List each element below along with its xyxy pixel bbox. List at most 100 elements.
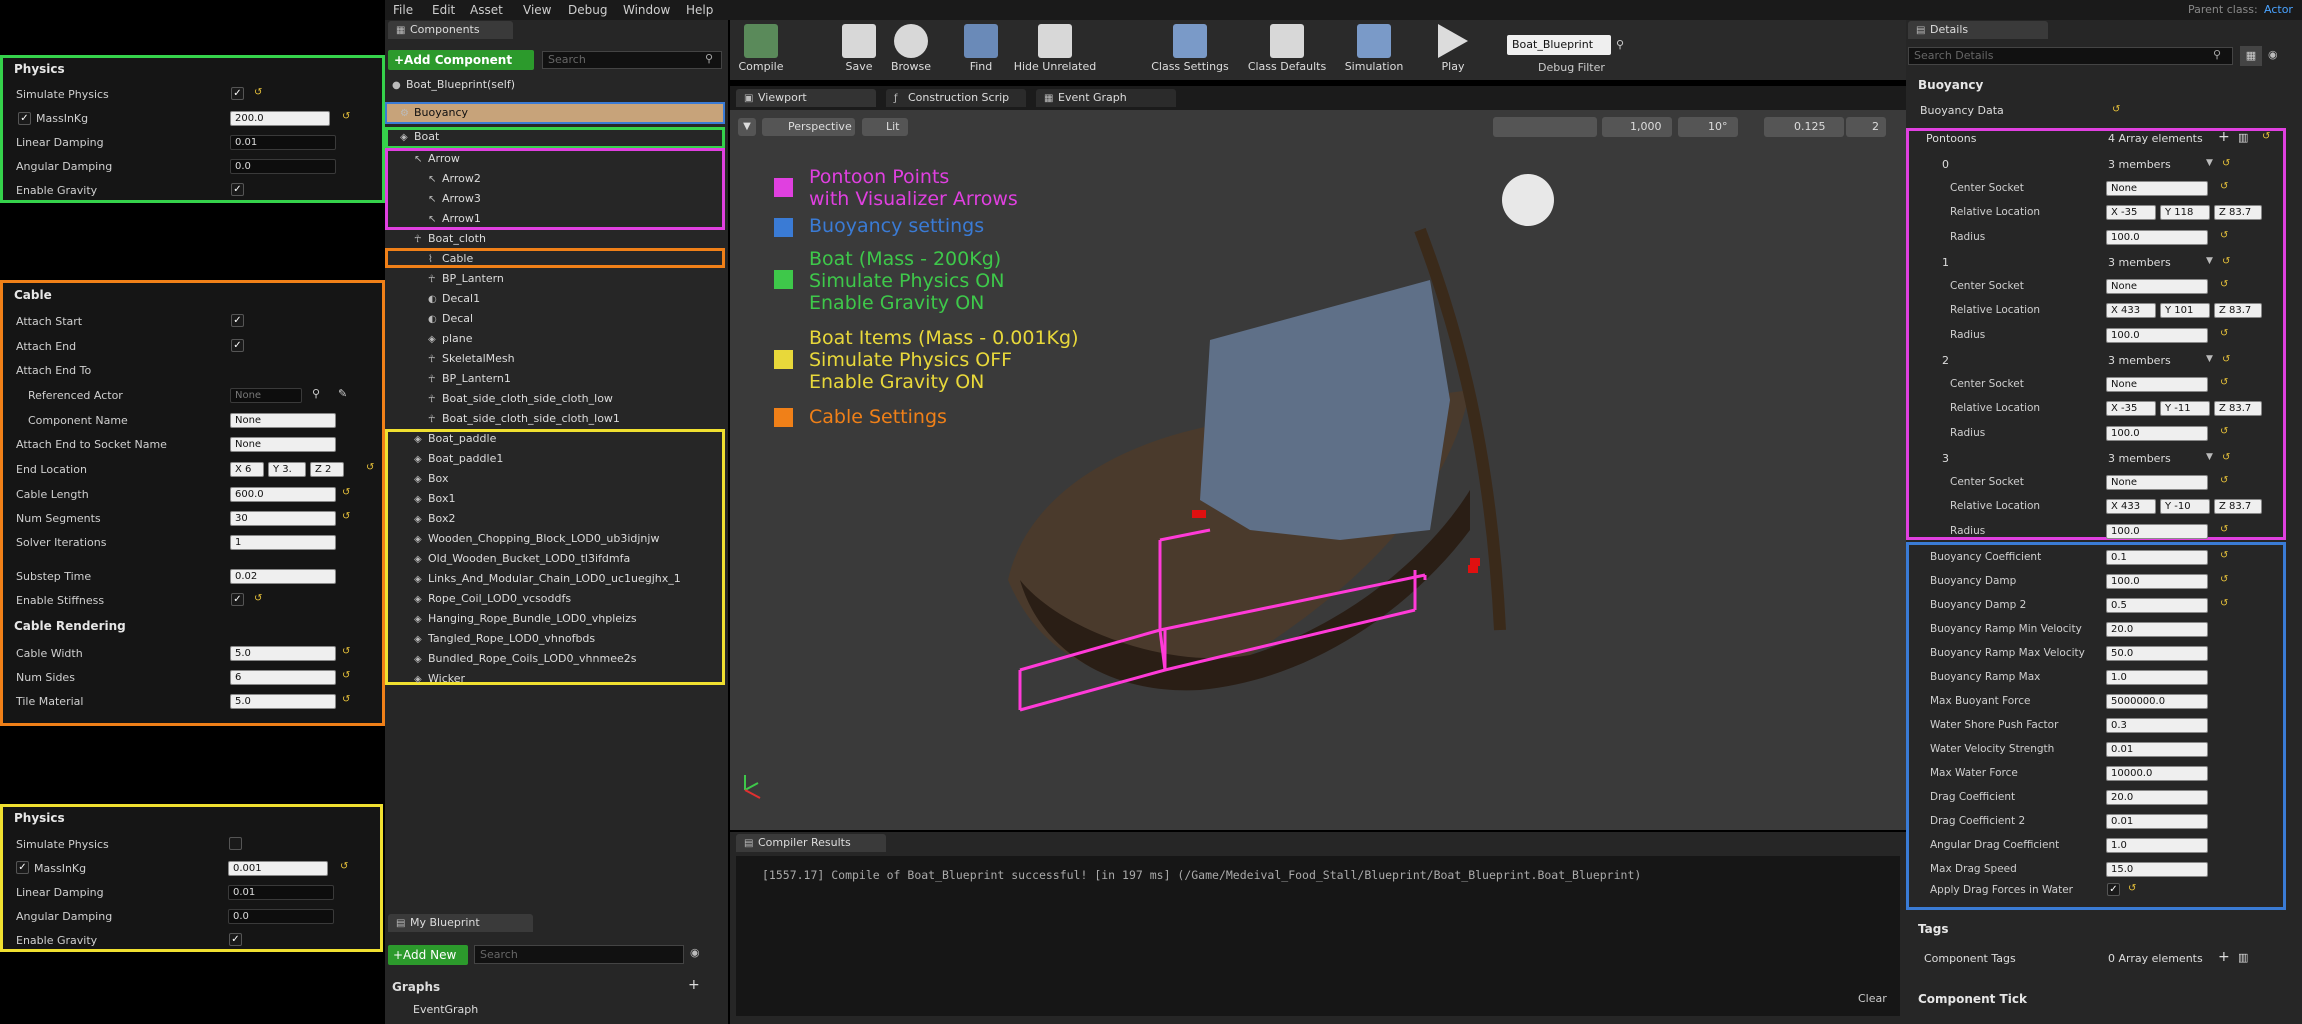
- mass-checkbox[interactable]: ✓: [18, 112, 31, 125]
- menu-file[interactable]: File: [393, 3, 413, 17]
- angular-damping-field[interactable]: 0.0: [230, 159, 336, 174]
- event-graph-item[interactable]: EventGraph: [413, 1003, 478, 1016]
- setting-field[interactable]: 0.1: [2106, 550, 2208, 565]
- view-options-icon[interactable]: ▦: [2240, 46, 2262, 66]
- pontoon-index[interactable]: 1: [1942, 256, 1949, 269]
- debug-object-select[interactable]: Boat_Blueprint: [1507, 35, 1611, 55]
- end-location-y[interactable]: Y 3.: [268, 462, 306, 477]
- tree-item-box2[interactable]: ◈ Box2: [414, 512, 455, 525]
- menu-debug[interactable]: Debug: [568, 3, 607, 17]
- location-z-field[interactable]: Z 83.7: [2214, 401, 2262, 416]
- pontoon-index[interactable]: 2: [1942, 354, 1949, 367]
- search-icon[interactable]: ⚲: [1616, 38, 1624, 51]
- apply-drag-checkbox[interactable]: ✓: [2107, 883, 2120, 896]
- tree-item-boat-paddle1[interactable]: ◈ Boat_paddle1: [414, 452, 503, 465]
- num-sides-field[interactable]: 6: [230, 670, 336, 685]
- component-tick-header[interactable]: Component Tick: [1918, 992, 2027, 1006]
- find-button[interactable]: Find: [956, 24, 1006, 73]
- reset-icon[interactable]: ↺: [2220, 328, 2228, 339]
- location-z-field[interactable]: Z 83.7: [2214, 205, 2262, 220]
- end-location-z[interactable]: Z 2: [310, 462, 344, 477]
- setting-field[interactable]: 5000000.0: [2106, 694, 2208, 709]
- solver-iterations-field[interactable]: 1: [230, 535, 336, 550]
- tree-item-wicker[interactable]: ◈ Wicker: [414, 672, 465, 685]
- picker-icon[interactable]: ✎: [338, 387, 347, 400]
- menu-window[interactable]: Window: [623, 3, 670, 17]
- attach-start-checkbox[interactable]: ✓: [231, 314, 244, 327]
- tab-details[interactable]: ▤ Details: [1908, 21, 2048, 39]
- mass-field[interactable]: 200.0: [230, 111, 330, 126]
- attach-socket-field[interactable]: None: [230, 437, 336, 452]
- simulate-physics-checkbox[interactable]: ✓: [231, 87, 244, 100]
- reset-icon[interactable]: ↺: [342, 511, 350, 522]
- tree-item-bundled-rope-coils-lod0-vhnmee2s[interactable]: ◈ Bundled_Rope_Coils_LOD0_vhnmee2s: [414, 652, 636, 665]
- radius-field[interactable]: 100.0: [2106, 524, 2208, 539]
- reset-icon[interactable]: ↺: [2220, 426, 2228, 437]
- reset-icon[interactable]: ↺: [2220, 524, 2228, 535]
- tree-item-arrow2[interactable]: ↖ Arrow2: [428, 172, 481, 185]
- add-element-icon[interactable]: +: [2218, 129, 2230, 145]
- location-y-field[interactable]: Y -10: [2160, 499, 2210, 514]
- reset-icon[interactable]: ↺: [2220, 230, 2228, 241]
- eye-icon[interactable]: ◉: [2268, 48, 2278, 61]
- location-z-field[interactable]: Z 83.7: [2214, 303, 2262, 318]
- radius-field[interactable]: 100.0: [2106, 426, 2208, 441]
- reset-icon[interactable]: ↺: [2222, 158, 2230, 169]
- linear-damping-field[interactable]: 0.01: [228, 885, 334, 900]
- pontoon-index[interactable]: 0: [1942, 158, 1949, 171]
- play-button[interactable]: Play: [1428, 24, 1478, 73]
- search-icon[interactable]: ⚲: [312, 387, 320, 400]
- chevron-down-icon[interactable]: ▼: [2206, 452, 2213, 462]
- reset-icon[interactable]: ↺: [2222, 256, 2230, 267]
- reset-icon[interactable]: ↺: [2220, 377, 2228, 388]
- add-graph-icon[interactable]: +: [688, 977, 700, 993]
- menu-edit[interactable]: Edit: [432, 3, 455, 17]
- tree-item-decal1[interactable]: ◐ Decal1: [428, 292, 480, 305]
- location-y-field[interactable]: Y 101: [2160, 303, 2210, 318]
- setting-field[interactable]: 0.3: [2106, 718, 2208, 733]
- pontoons-label[interactable]: Pontoons: [1926, 132, 1976, 145]
- chevron-down-icon[interactable]: ▼: [2206, 158, 2213, 168]
- setting-field[interactable]: 20.0: [2106, 790, 2208, 805]
- setting-field[interactable]: 0.01: [2106, 814, 2208, 829]
- setting-field[interactable]: 100.0: [2106, 574, 2208, 589]
- center-socket-field[interactable]: None: [2106, 181, 2208, 196]
- reset-icon[interactable]: ↺: [2222, 354, 2230, 365]
- clear-button[interactable]: Clear: [1858, 992, 1887, 1005]
- menu-view[interactable]: View: [523, 3, 551, 17]
- pontoon-index[interactable]: 3: [1942, 452, 1949, 465]
- linear-damping-field[interactable]: 0.01: [230, 135, 336, 150]
- tree-item-hanging-rope-bundle-lod0-vhpleizs[interactable]: ◈ Hanging_Rope_Bundle_LOD0_vhpleizs: [414, 612, 637, 625]
- reset-icon[interactable]: ↺: [2112, 104, 2120, 115]
- reset-icon[interactable]: ↺: [342, 694, 350, 705]
- class-defaults-button[interactable]: Class Defaults: [1245, 24, 1329, 73]
- delete-icon[interactable]: ▥: [2238, 951, 2248, 964]
- tree-item-boat-cloth[interactable]: ☥ Boat_cloth: [414, 232, 486, 245]
- graphs-header[interactable]: Graphs: [392, 980, 440, 994]
- center-socket-field[interactable]: None: [2106, 377, 2208, 392]
- eye-icon[interactable]: ◉: [690, 946, 700, 959]
- setting-field[interactable]: 20.0: [2106, 622, 2208, 637]
- enable-stiffness-checkbox[interactable]: ✓: [231, 593, 244, 606]
- tab-viewport[interactable]: ▣ Viewport: [736, 89, 876, 107]
- tree-item-links-and-modular-chain-lod0-uc1uegjhx-1[interactable]: ◈ Links_And_Modular_Chain_LOD0_uc1uegjhx_…: [414, 572, 681, 585]
- tree-item-wooden-chopping-block-lod0-ub3idjnjw[interactable]: ◈ Wooden_Chopping_Block_LOD0_ub3idjnjw: [414, 532, 659, 545]
- setting-field[interactable]: 50.0: [2106, 646, 2208, 661]
- tree-item-arrow3[interactable]: ↖ Arrow3: [428, 192, 481, 205]
- setting-field[interactable]: 1.0: [2106, 838, 2208, 853]
- tree-item-bp-lantern1[interactable]: ☥ BP_Lantern1: [428, 372, 511, 385]
- location-y-field[interactable]: Y -11: [2160, 401, 2210, 416]
- tree-item-cable[interactable]: ⌇ Cable: [428, 252, 473, 265]
- num-segments-field[interactable]: 30: [230, 511, 336, 526]
- reset-icon[interactable]: ↺: [340, 861, 348, 872]
- menu-help[interactable]: Help: [686, 3, 713, 17]
- tree-item-buoyancy[interactable]: ⚙ Buoyancy: [400, 106, 468, 119]
- radius-field[interactable]: 100.0: [2106, 230, 2208, 245]
- location-x-field[interactable]: X -35: [2106, 205, 2156, 220]
- reset-icon[interactable]: ↺: [2220, 181, 2228, 192]
- details-search-input[interactable]: Search Details: [1908, 47, 2233, 65]
- tree-item-plane[interactable]: ◈ plane: [428, 332, 473, 345]
- parent-class-link[interactable]: Actor: [2264, 3, 2293, 16]
- enable-gravity-checkbox[interactable]: ✓: [229, 933, 242, 946]
- location-y-field[interactable]: Y 118: [2160, 205, 2210, 220]
